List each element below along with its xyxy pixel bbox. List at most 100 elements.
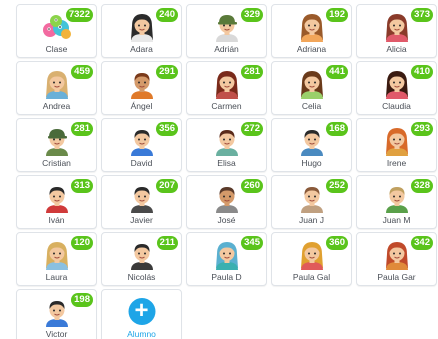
points-badge: 373 — [411, 8, 433, 22]
student-avatar-icon — [296, 124, 328, 156]
student-name: Paula Gal — [292, 272, 331, 282]
student-avatar-icon — [296, 181, 328, 213]
student-name: Paula D — [211, 272, 242, 282]
student-name: Paula Gar — [377, 272, 416, 282]
student-name: Javier — [130, 215, 153, 225]
student-card-irene[interactable]: 293 Irene — [356, 118, 437, 172]
points-badge: 410 — [411, 65, 433, 79]
points-badge: 281 — [241, 65, 263, 79]
student-avatar-icon — [381, 67, 413, 99]
student-card-hugo[interactable]: 168 Hugo — [271, 118, 352, 172]
student-name: Adara — [130, 44, 153, 54]
student-card-claudia[interactable]: 410 Claudia — [356, 61, 437, 115]
student-card-laura[interactable]: 120 Laura — [16, 232, 97, 286]
student-avatar-icon — [381, 238, 413, 270]
student-avatar-icon — [126, 238, 158, 270]
points-badge: 207 — [156, 179, 178, 193]
student-avatar-icon — [211, 124, 243, 156]
points-badge: 328 — [411, 179, 433, 193]
student-name: Claudia — [382, 101, 411, 111]
student-avatar-icon — [296, 10, 328, 42]
student-card-david[interactable]: 356 David — [101, 118, 182, 172]
student-avatar-icon — [41, 124, 73, 156]
student-avatar-icon — [126, 124, 158, 156]
student-name: Victor — [45, 329, 68, 339]
points-badge: 329 — [241, 8, 263, 22]
student-name: Elisa — [217, 158, 236, 168]
student-card-adriana[interactable]: 192 Adriana — [271, 4, 352, 58]
student-name: Adriana — [296, 44, 327, 54]
points-badge: 360 — [326, 236, 348, 250]
student-name: Juan J — [298, 215, 325, 225]
student-avatar-icon — [126, 67, 158, 99]
student-avatar-icon — [41, 238, 73, 270]
points-badge: 291 — [156, 65, 178, 79]
student-card-cristian[interactable]: 281 Cristian — [16, 118, 97, 172]
points-badge: 168 — [326, 122, 348, 136]
student-card-paula-gal[interactable]: 360 Paula Gal — [271, 232, 352, 286]
points-badge: 7322 — [65, 8, 93, 22]
student-avatar-icon — [211, 67, 243, 99]
points-badge: 345 — [241, 236, 263, 250]
points-badge: 260 — [241, 179, 263, 193]
student-avatar-icon — [41, 295, 73, 327]
student-avatar-icon — [211, 181, 243, 213]
student-card-alicia[interactable]: 373 Alicia — [356, 4, 437, 58]
student-name: Nicolás — [127, 272, 156, 282]
student-card-victor[interactable]: 198 Victor — [16, 289, 97, 339]
student-card-adara[interactable]: 240 Adara — [101, 4, 182, 58]
student-card-adrian[interactable]: 329 Adrián — [186, 4, 267, 58]
student-avatar-icon — [381, 10, 413, 42]
student-name: Juan M — [382, 215, 411, 225]
points-badge: 313 — [71, 179, 93, 193]
add-student-button[interactable]: + Alumno — [101, 289, 182, 339]
student-avatar-icon — [211, 238, 243, 270]
student-avatar-icon — [41, 67, 73, 99]
points-badge: 211 — [156, 236, 178, 250]
points-badge: 198 — [71, 293, 93, 307]
student-card-elisa[interactable]: 272 Elisa — [186, 118, 267, 172]
student-avatar-icon — [41, 181, 73, 213]
student-card-nicolas[interactable]: 211 Nicolás — [101, 232, 182, 286]
plus-icon: + — [128, 298, 155, 325]
points-badge: 240 — [156, 8, 178, 22]
student-card-carmen[interactable]: 281 Carmen — [186, 61, 267, 115]
class-card[interactable]: 7322 Clase — [16, 4, 97, 58]
points-badge: 441 — [326, 65, 348, 79]
student-avatar-icon — [296, 238, 328, 270]
student-card-paula-d[interactable]: 345 Paula D — [186, 232, 267, 286]
student-card-jose[interactable]: 260 José — [186, 175, 267, 229]
student-name: Andrea — [42, 101, 71, 111]
points-badge: 192 — [326, 8, 348, 22]
points-badge: 342 — [411, 236, 433, 250]
student-card-celia[interactable]: 441 Celia — [271, 61, 352, 115]
student-name: Ángel — [130, 101, 153, 111]
student-card-angel[interactable]: 291 Ángel — [101, 61, 182, 115]
points-badge: 459 — [71, 65, 93, 79]
student-name: David — [130, 158, 153, 168]
student-name: José — [217, 215, 236, 225]
student-card-ivan[interactable]: 313 Iván — [16, 175, 97, 229]
points-badge: 272 — [241, 122, 263, 136]
student-name: Laura — [45, 272, 68, 282]
student-name: Adrián — [214, 44, 239, 54]
points-badge: 356 — [156, 122, 178, 136]
student-card-javier[interactable]: 207 Javier — [101, 175, 182, 229]
student-name: Hugo — [301, 158, 322, 168]
student-name: Carmen — [211, 101, 242, 111]
student-avatar-icon — [211, 10, 243, 42]
student-card-paula-gar[interactable]: 342 Paula Gar — [356, 232, 437, 286]
student-card-andrea[interactable]: 459 Andrea — [16, 61, 97, 115]
student-name: Iván — [48, 215, 65, 225]
student-card-juan-m[interactable]: 328 Juan M — [356, 175, 437, 229]
student-name: Irene — [386, 158, 407, 168]
student-avatar-icon — [381, 124, 413, 156]
student-avatar-icon — [126, 181, 158, 213]
student-avatar-icon — [126, 10, 158, 42]
student-card-juan-j[interactable]: 252 Juan J — [271, 175, 352, 229]
add-student-label: Alumno — [127, 329, 156, 339]
student-avatar-icon — [381, 181, 413, 213]
student-grid: 7322 Clase 240 Adara 329 Adrián 192 Adri… — [16, 4, 437, 339]
points-badge: 281 — [71, 122, 93, 136]
class-label: Clase — [45, 44, 68, 54]
